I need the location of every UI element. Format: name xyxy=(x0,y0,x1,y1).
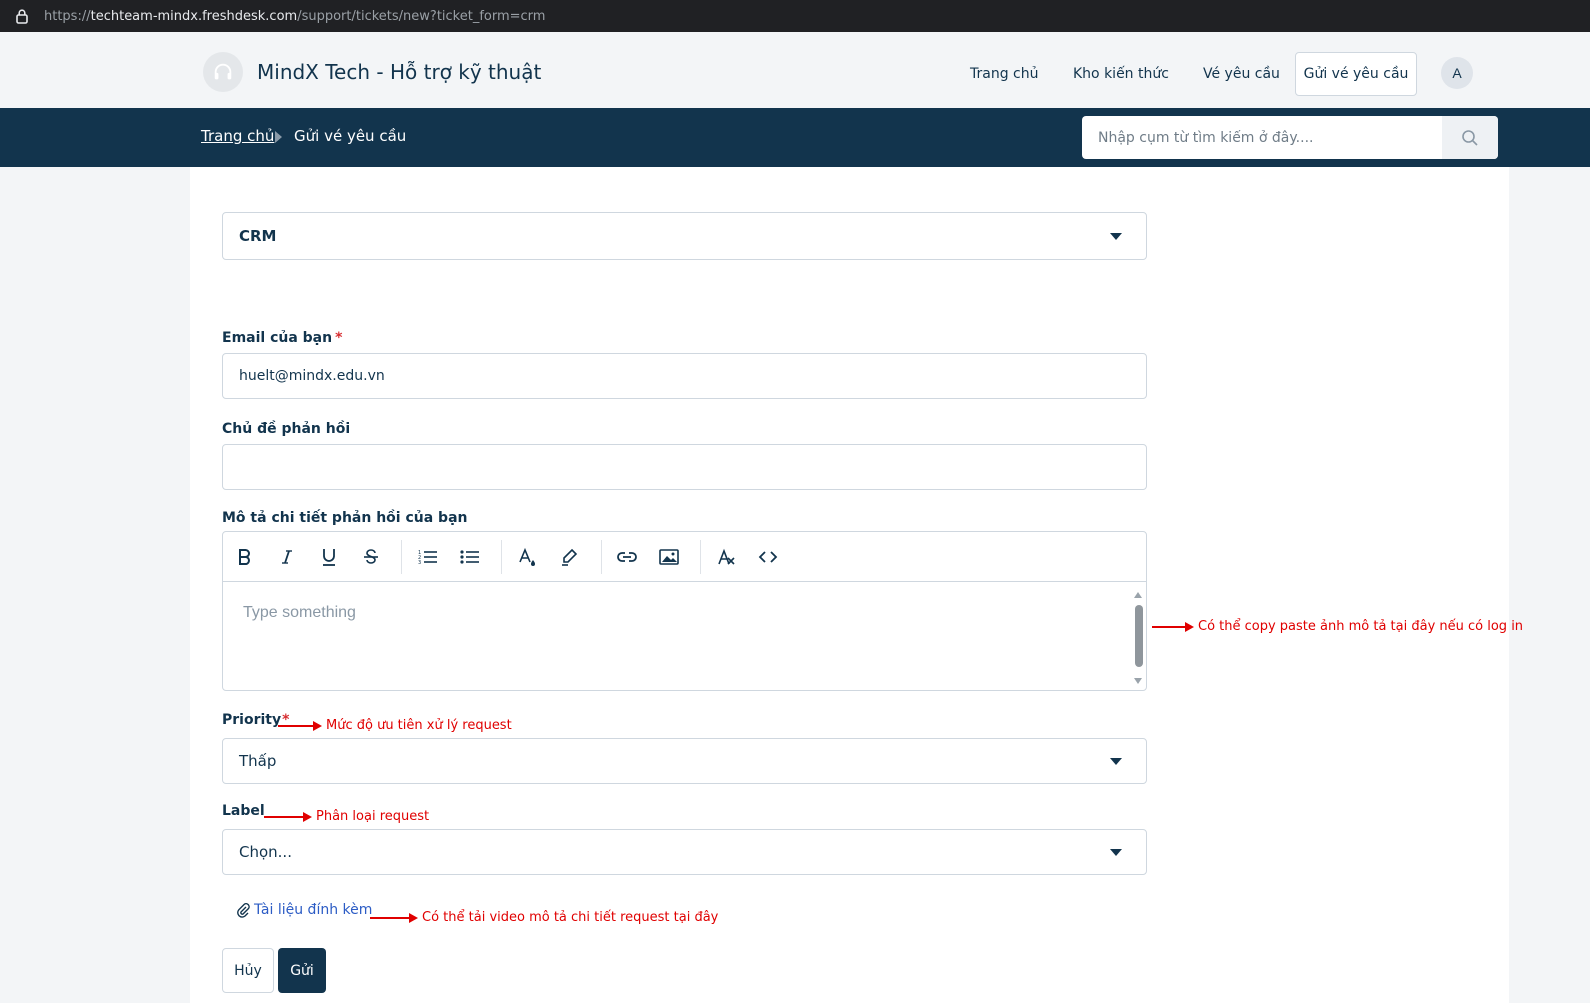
subject-label: Chủ đề phản hồi xyxy=(222,421,351,437)
arrow-icon xyxy=(278,720,322,731)
cancel-button[interactable]: Hủy xyxy=(222,948,274,993)
email-field[interactable]: huelt@mindx.edu.vn xyxy=(222,353,1147,399)
toolbar-divider xyxy=(601,540,602,574)
underline-icon[interactable] xyxy=(317,545,341,569)
label-value: Chọn... xyxy=(239,843,292,861)
priority-select[interactable]: Thấp xyxy=(222,738,1147,784)
attachment-link[interactable]: Tài liệu đính kèm xyxy=(236,902,372,918)
bold-icon[interactable] xyxy=(233,545,257,569)
nav-knowledge-base[interactable]: Kho kiến thức xyxy=(1073,52,1169,96)
description-editor: 123 Type something xyxy=(222,531,1147,691)
chevron-down-icon xyxy=(1110,849,1122,856)
italic-icon[interactable] xyxy=(275,545,299,569)
svg-text:3: 3 xyxy=(418,560,421,566)
image-icon[interactable] xyxy=(657,545,681,569)
strikethrough-icon[interactable] xyxy=(359,545,383,569)
portal-title[interactable]: MindX Tech - Hỗ trợ kỹ thuật xyxy=(257,60,541,84)
submit-button[interactable]: Gửi xyxy=(278,948,326,993)
chevron-down-icon xyxy=(1110,758,1122,765)
ordered-list-icon[interactable]: 123 xyxy=(416,545,440,569)
link-icon[interactable] xyxy=(615,545,639,569)
annotation-label: Phân loại request xyxy=(264,809,429,824)
toolbar-divider xyxy=(700,540,701,574)
nav-tickets[interactable]: Vé yêu cầu xyxy=(1203,52,1280,96)
annotation-priority: Mức độ ưu tiên xử lý request xyxy=(278,718,512,733)
lock-icon xyxy=(14,8,30,24)
arrow-icon xyxy=(1152,621,1194,632)
code-view-icon[interactable] xyxy=(756,545,780,569)
description-editor-input[interactable]: Type something xyxy=(243,604,356,622)
breadcrumb-bar: Trang chủ Gửi vé yêu cầu xyxy=(0,108,1590,167)
bullet-list-icon[interactable] xyxy=(458,545,482,569)
scroll-up-icon[interactable] xyxy=(1134,592,1142,598)
label-label: Label xyxy=(222,803,265,819)
highlighter-icon[interactable] xyxy=(557,545,581,569)
browser-address-bar[interactable]: https://techteam-mindx.freshdesk.com/sup… xyxy=(0,0,1590,32)
arrow-icon xyxy=(264,811,312,822)
url-text: https://techteam-mindx.freshdesk.com/sup… xyxy=(44,8,546,24)
ticket-type-select[interactable]: CRM xyxy=(222,212,1147,260)
email-label: Email của bạn * xyxy=(222,330,343,346)
search-input[interactable] xyxy=(1082,116,1442,159)
annotation-attachment: Có thể tải video mô tả chi tiết request … xyxy=(370,910,718,925)
annotation-attachment-text: Có thể tải video mô tả chi tiết request … xyxy=(422,910,719,925)
annotation-editor-text: Có thể copy paste ảnh mô tả tại đây nếu … xyxy=(1198,619,1524,634)
nav-submit-ticket-button[interactable]: Gửi vé yêu cầu xyxy=(1295,52,1417,96)
breadcrumb-home-link[interactable]: Trang chủ xyxy=(201,127,274,145)
attachment-label: Tài liệu đính kèm xyxy=(254,902,373,918)
arrow-icon xyxy=(370,912,418,923)
search-icon xyxy=(1462,129,1478,146)
search-box xyxy=(1082,116,1498,159)
scrollbar-thumb[interactable] xyxy=(1135,605,1143,667)
portal-header: MindX Tech - Hỗ trợ kỹ thuật Trang chủ K… xyxy=(0,32,1590,108)
breadcrumb-separator-icon xyxy=(275,131,282,143)
toolbar-divider xyxy=(501,540,502,574)
subject-field[interactable] xyxy=(222,444,1147,490)
text-color-icon[interactable] xyxy=(515,545,539,569)
chevron-down-icon xyxy=(1110,233,1122,240)
required-mark: * xyxy=(335,330,343,346)
breadcrumb-current: Gửi vé yêu cầu xyxy=(294,127,407,145)
toolbar-divider xyxy=(401,540,402,574)
priority-value: Thấp xyxy=(239,752,277,770)
headset-icon[interactable] xyxy=(203,52,243,92)
annotation-label-text: Phân loại request xyxy=(316,809,430,824)
user-avatar[interactable]: A xyxy=(1441,57,1473,89)
editor-toolbar: 123 xyxy=(223,532,1146,582)
description-label: Mô tả chi tiết phản hồi của bạn xyxy=(222,510,468,526)
scroll-down-icon[interactable] xyxy=(1134,678,1142,684)
annotation-editor: Có thể copy paste ảnh mô tả tại đây nếu … xyxy=(1152,619,1523,634)
annotation-priority-text: Mức độ ưu tiên xử lý request xyxy=(326,718,512,733)
ticket-type-value: CRM xyxy=(239,227,277,245)
nav-home[interactable]: Trang chủ xyxy=(970,52,1038,96)
paperclip-icon xyxy=(237,903,250,918)
label-select[interactable]: Chọn... xyxy=(222,829,1147,875)
clear-formatting-icon[interactable] xyxy=(714,545,738,569)
search-button[interactable] xyxy=(1442,116,1498,159)
